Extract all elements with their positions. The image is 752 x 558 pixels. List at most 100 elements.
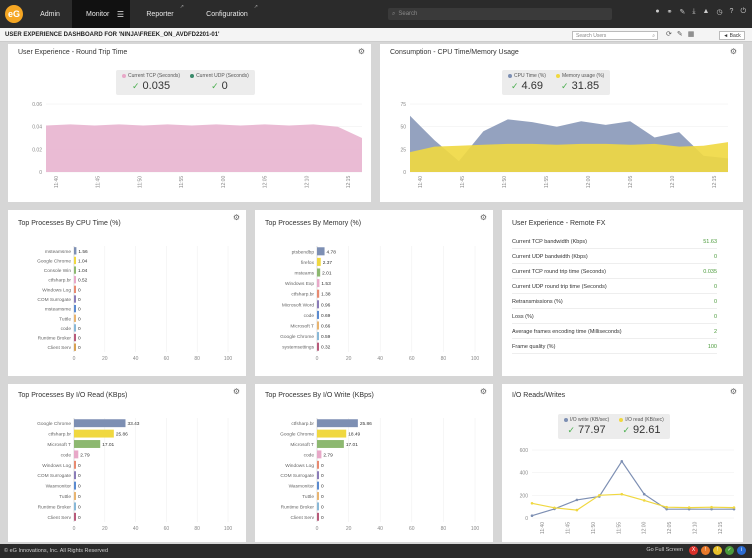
back-button[interactable]: ◄ Back bbox=[719, 31, 745, 40]
category-label: code bbox=[61, 452, 72, 458]
x-tick-label: 12:05 bbox=[263, 176, 269, 189]
data-label: 2.01 bbox=[322, 271, 332, 277]
edit-icon[interactable]: ✎ bbox=[677, 30, 683, 38]
category-label: systemsettings bbox=[282, 345, 314, 351]
data-point bbox=[687, 506, 691, 509]
tools-icon[interactable]: ✎ bbox=[680, 8, 686, 16]
data-point bbox=[553, 506, 556, 510]
x-tick-label: 80 bbox=[441, 356, 447, 362]
download-icon[interactable]: ⤓ bbox=[692, 8, 695, 16]
data-label: 17.01 bbox=[102, 442, 114, 448]
bar bbox=[74, 460, 76, 469]
tab-admin[interactable]: Admin bbox=[28, 0, 72, 28]
major-status-icon[interactable]: ! bbox=[701, 546, 710, 555]
bar bbox=[317, 429, 347, 438]
bar bbox=[317, 342, 319, 351]
tab-reporter[interactable]: Reporter ↗ bbox=[130, 0, 190, 28]
x-tick-label: 11:50 bbox=[591, 522, 597, 534]
fx-value: 0 bbox=[713, 254, 717, 260]
panel-io-reads-writes: I/O Reads/Writes ⚙ I/O write (KB/sec) ✓ 77… bbox=[502, 384, 743, 542]
category-label: COM Surrogate bbox=[37, 473, 71, 479]
alert-icon[interactable]: ▲ bbox=[703, 8, 710, 16]
series-line bbox=[531, 493, 735, 511]
refresh-icon[interactable]: ⟳ bbox=[666, 30, 672, 38]
category-label: Client Serv bbox=[291, 515, 315, 521]
data-label: 1.53 bbox=[321, 281, 331, 287]
data-point bbox=[530, 514, 534, 518]
data-label: 0 bbox=[321, 473, 324, 479]
x-tick-label: 20 bbox=[102, 526, 108, 532]
data-label: 1.04 bbox=[78, 268, 88, 274]
x-tick-label: 12:10 bbox=[670, 176, 676, 189]
category-label: code bbox=[304, 313, 315, 319]
x-tick-label: 11:50 bbox=[502, 176, 508, 188]
data-point bbox=[530, 501, 534, 505]
x-tick-label: 11:55 bbox=[544, 176, 550, 188]
link-icon[interactable]: ⚭ bbox=[667, 8, 673, 16]
info-status-icon[interactable]: i bbox=[737, 546, 746, 555]
category-label: Microsoft T bbox=[47, 442, 71, 448]
bar bbox=[317, 481, 319, 490]
data-label: 0 bbox=[78, 336, 81, 342]
full-screen-link[interactable]: Go Full Screen bbox=[646, 546, 683, 555]
hamburger-icon[interactable]: ☰ bbox=[117, 10, 124, 19]
category-label: firefox bbox=[301, 260, 315, 266]
x-tick-label: 12:00 bbox=[221, 176, 227, 189]
tab-configuration[interactable]: Configuration ↗ bbox=[190, 0, 264, 28]
minor-status-icon[interactable]: ! bbox=[713, 546, 722, 555]
rtt-chart: 0.06 0.04 0.02 0 11:40 11:45 11:50 11:55 12:00 12… bbox=[32, 102, 362, 189]
data-label: 17.01 bbox=[346, 442, 358, 448]
bar bbox=[74, 502, 76, 511]
data-label: 1.04 bbox=[78, 258, 88, 264]
data-point bbox=[732, 506, 736, 509]
bar bbox=[317, 310, 319, 319]
bar bbox=[317, 257, 321, 266]
global-search-input[interactable]: ⌕ Search bbox=[388, 8, 612, 20]
x-tick-label: 12:00 bbox=[642, 522, 648, 535]
fx-value: 0 bbox=[713, 314, 717, 320]
category-label: code bbox=[61, 326, 72, 332]
category-label: Microsoft T bbox=[290, 442, 314, 448]
x-tick-label: 12:05 bbox=[628, 176, 634, 189]
external-link-icon: ↗ bbox=[179, 4, 184, 10]
fx-label: Current TCP bandwidth (Kbps) bbox=[512, 239, 587, 245]
category-label: Client Serv bbox=[48, 515, 72, 521]
tab-monitor[interactable]: Monitor ☰ bbox=[72, 0, 130, 28]
eg-logo[interactable]: eG bbox=[0, 0, 28, 28]
fx-label: Current UDP round trip time (Seconds) bbox=[512, 284, 607, 290]
layout-icon[interactable]: ▦ bbox=[688, 30, 695, 38]
x-tick-label: 12:15 bbox=[346, 176, 352, 189]
power-icon[interactable]: ⏻ bbox=[740, 8, 746, 16]
fx-value: 0 bbox=[713, 284, 717, 290]
clock-icon[interactable]: ◷ bbox=[716, 8, 722, 16]
normal-status-icon[interactable]: ✓ bbox=[725, 546, 734, 555]
fx-row: Current TCP round trip time (Seconds) 0.0… bbox=[512, 269, 717, 279]
user-icon[interactable]: ● bbox=[655, 8, 659, 16]
io-write-bar-chart: 0 20 40 60 80 100 ctfsharp.br 25.86 Google Chrom… bbox=[280, 418, 479, 532]
panel-processes-io-read: Top Processes By I/O Read (KBps) ⚙ 0 20 40… bbox=[8, 384, 246, 542]
category-label: ctfsharp.br bbox=[48, 432, 71, 438]
series-area bbox=[46, 124, 362, 172]
category-label: Tuttle bbox=[59, 316, 71, 322]
x-tick-label: 11:40 bbox=[540, 522, 546, 534]
search-placeholder: Search bbox=[398, 11, 418, 17]
critical-status-icon[interactable]: X bbox=[689, 546, 698, 555]
data-label: 0.59 bbox=[321, 334, 331, 340]
footer: © eG Innovations, Inc. All Rights Reserv… bbox=[0, 544, 752, 558]
x-tick-label: 40 bbox=[377, 356, 383, 362]
data-label: 25.86 bbox=[360, 421, 372, 427]
panel-cpu-memory: Consumption - CPU Time/Memory Usage ⚙ CP… bbox=[380, 44, 743, 202]
x-tick-label: 11:40 bbox=[418, 176, 424, 188]
help-icon[interactable]: ? bbox=[730, 8, 734, 16]
y-tick-label: 400 bbox=[520, 471, 529, 477]
y-tick-label: 25 bbox=[400, 147, 406, 153]
bar bbox=[74, 512, 76, 521]
bar bbox=[317, 512, 319, 521]
data-label: 0 bbox=[78, 297, 81, 303]
x-tick-label: 60 bbox=[409, 356, 415, 362]
category-label: Google Chrome bbox=[280, 432, 314, 438]
category-label: Wasmonitor bbox=[46, 484, 72, 490]
data-label: 0 bbox=[321, 463, 324, 469]
data-label: 0 bbox=[78, 307, 81, 313]
user-search-input[interactable]: Search Users ⌕ bbox=[572, 31, 658, 40]
